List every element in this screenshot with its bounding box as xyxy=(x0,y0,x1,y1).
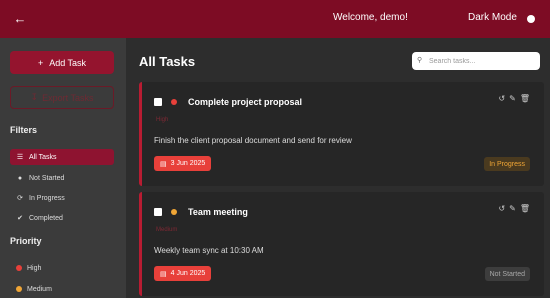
filter-label: Not Started xyxy=(29,174,65,182)
task-description: Finish the client proposal document and … xyxy=(154,136,352,145)
search-icon: ⚲ xyxy=(417,57,423,64)
task-card[interactable]: Complete project proposal ↺ ✎ 🗑 High Fin… xyxy=(139,82,544,186)
status-badge: Not Started xyxy=(484,267,530,281)
status-badge: In Progress xyxy=(484,157,530,171)
priority-high[interactable]: High xyxy=(10,260,114,276)
spinner-icon: ⟳ xyxy=(17,195,23,202)
due-date: 3 Jun 2025 xyxy=(170,160,206,167)
priority-label: Medium xyxy=(27,285,52,293)
add-task-button[interactable]: + Add Task xyxy=(10,51,114,74)
due-date-badge: ▤ 4 Jun 2025 xyxy=(154,266,212,281)
history-icon[interactable]: ↺ xyxy=(498,94,505,103)
export-tasks-button[interactable]: ↧ Export Tasks xyxy=(10,86,114,109)
priority-title: Priority xyxy=(10,236,42,246)
due-date-badge: ▤ 3 Jun 2025 xyxy=(154,156,212,171)
priority-medium[interactable]: Medium xyxy=(10,281,114,297)
edit-icon[interactable]: ✎ xyxy=(509,94,516,103)
priority-dot-icon xyxy=(171,99,177,105)
task-title: Complete project proposal xyxy=(188,97,303,107)
search-input[interactable] xyxy=(429,57,537,65)
due-date: 4 Jun 2025 xyxy=(170,270,206,277)
welcome-text: Welcome, demo! xyxy=(333,12,408,23)
delete-icon[interactable]: 🗑 xyxy=(520,94,530,103)
calendar-icon: ▤ xyxy=(160,160,167,168)
download-icon: ↧ xyxy=(30,92,39,102)
circle-icon: ● xyxy=(17,174,23,182)
priority-label: High xyxy=(27,264,42,272)
task-title: Team meeting xyxy=(188,207,248,217)
task-card[interactable]: Team meeting ↺ ✎ 🗑 Medium Weekly team sy… xyxy=(139,192,544,296)
priority-dot-icon xyxy=(171,209,177,215)
search-box: ⚲ xyxy=(412,52,540,70)
filter-all-tasks[interactable]: ☰ All Tasks xyxy=(10,149,114,165)
history-icon[interactable]: ↺ xyxy=(498,204,505,213)
priority-tag: Medium xyxy=(156,227,178,233)
task-description: Weekly team sync at 10:30 AM xyxy=(154,246,264,255)
plus-icon: + xyxy=(37,57,44,68)
task-actions: ↺ ✎ 🗑 xyxy=(498,204,530,213)
task-actions: ↺ ✎ 🗑 xyxy=(498,94,530,103)
dark-mode-label: Dark Mode xyxy=(468,12,517,23)
back-arrow-icon[interactable]: ← xyxy=(10,9,30,29)
top-header: ← Welcome, demo! Dark Mode xyxy=(0,0,550,38)
filter-label: Completed xyxy=(29,214,63,222)
calendar-icon: ▤ xyxy=(160,270,167,278)
list-icon: ☰ xyxy=(16,154,24,161)
filter-in-progress[interactable]: ⟳ In Progress xyxy=(10,190,114,206)
filters-title: Filters xyxy=(10,125,38,135)
task-checkbox[interactable] xyxy=(154,98,162,106)
filter-completed[interactable]: ✔ Completed xyxy=(10,210,114,226)
check-circle-icon: ✔ xyxy=(17,215,23,222)
high-priority-dot-icon xyxy=(16,265,22,271)
dark-mode-toggle[interactable] xyxy=(527,15,535,23)
medium-priority-dot-icon xyxy=(16,286,22,292)
export-tasks-label: Export Tasks xyxy=(42,92,94,103)
filter-label: All Tasks xyxy=(29,153,57,161)
add-task-label: Add Task xyxy=(49,57,87,68)
edit-icon[interactable]: ✎ xyxy=(509,204,516,213)
task-checkbox[interactable] xyxy=(154,208,162,216)
delete-icon[interactable]: 🗑 xyxy=(520,204,530,213)
sidebar: + Add Task ↧ Export Tasks Filters ☰ All … xyxy=(0,38,126,298)
page-title: All Tasks xyxy=(139,54,196,69)
priority-tag: High xyxy=(156,117,169,123)
filter-label: In Progress xyxy=(29,194,65,202)
filter-not-started[interactable]: ● Not Started xyxy=(10,170,114,186)
